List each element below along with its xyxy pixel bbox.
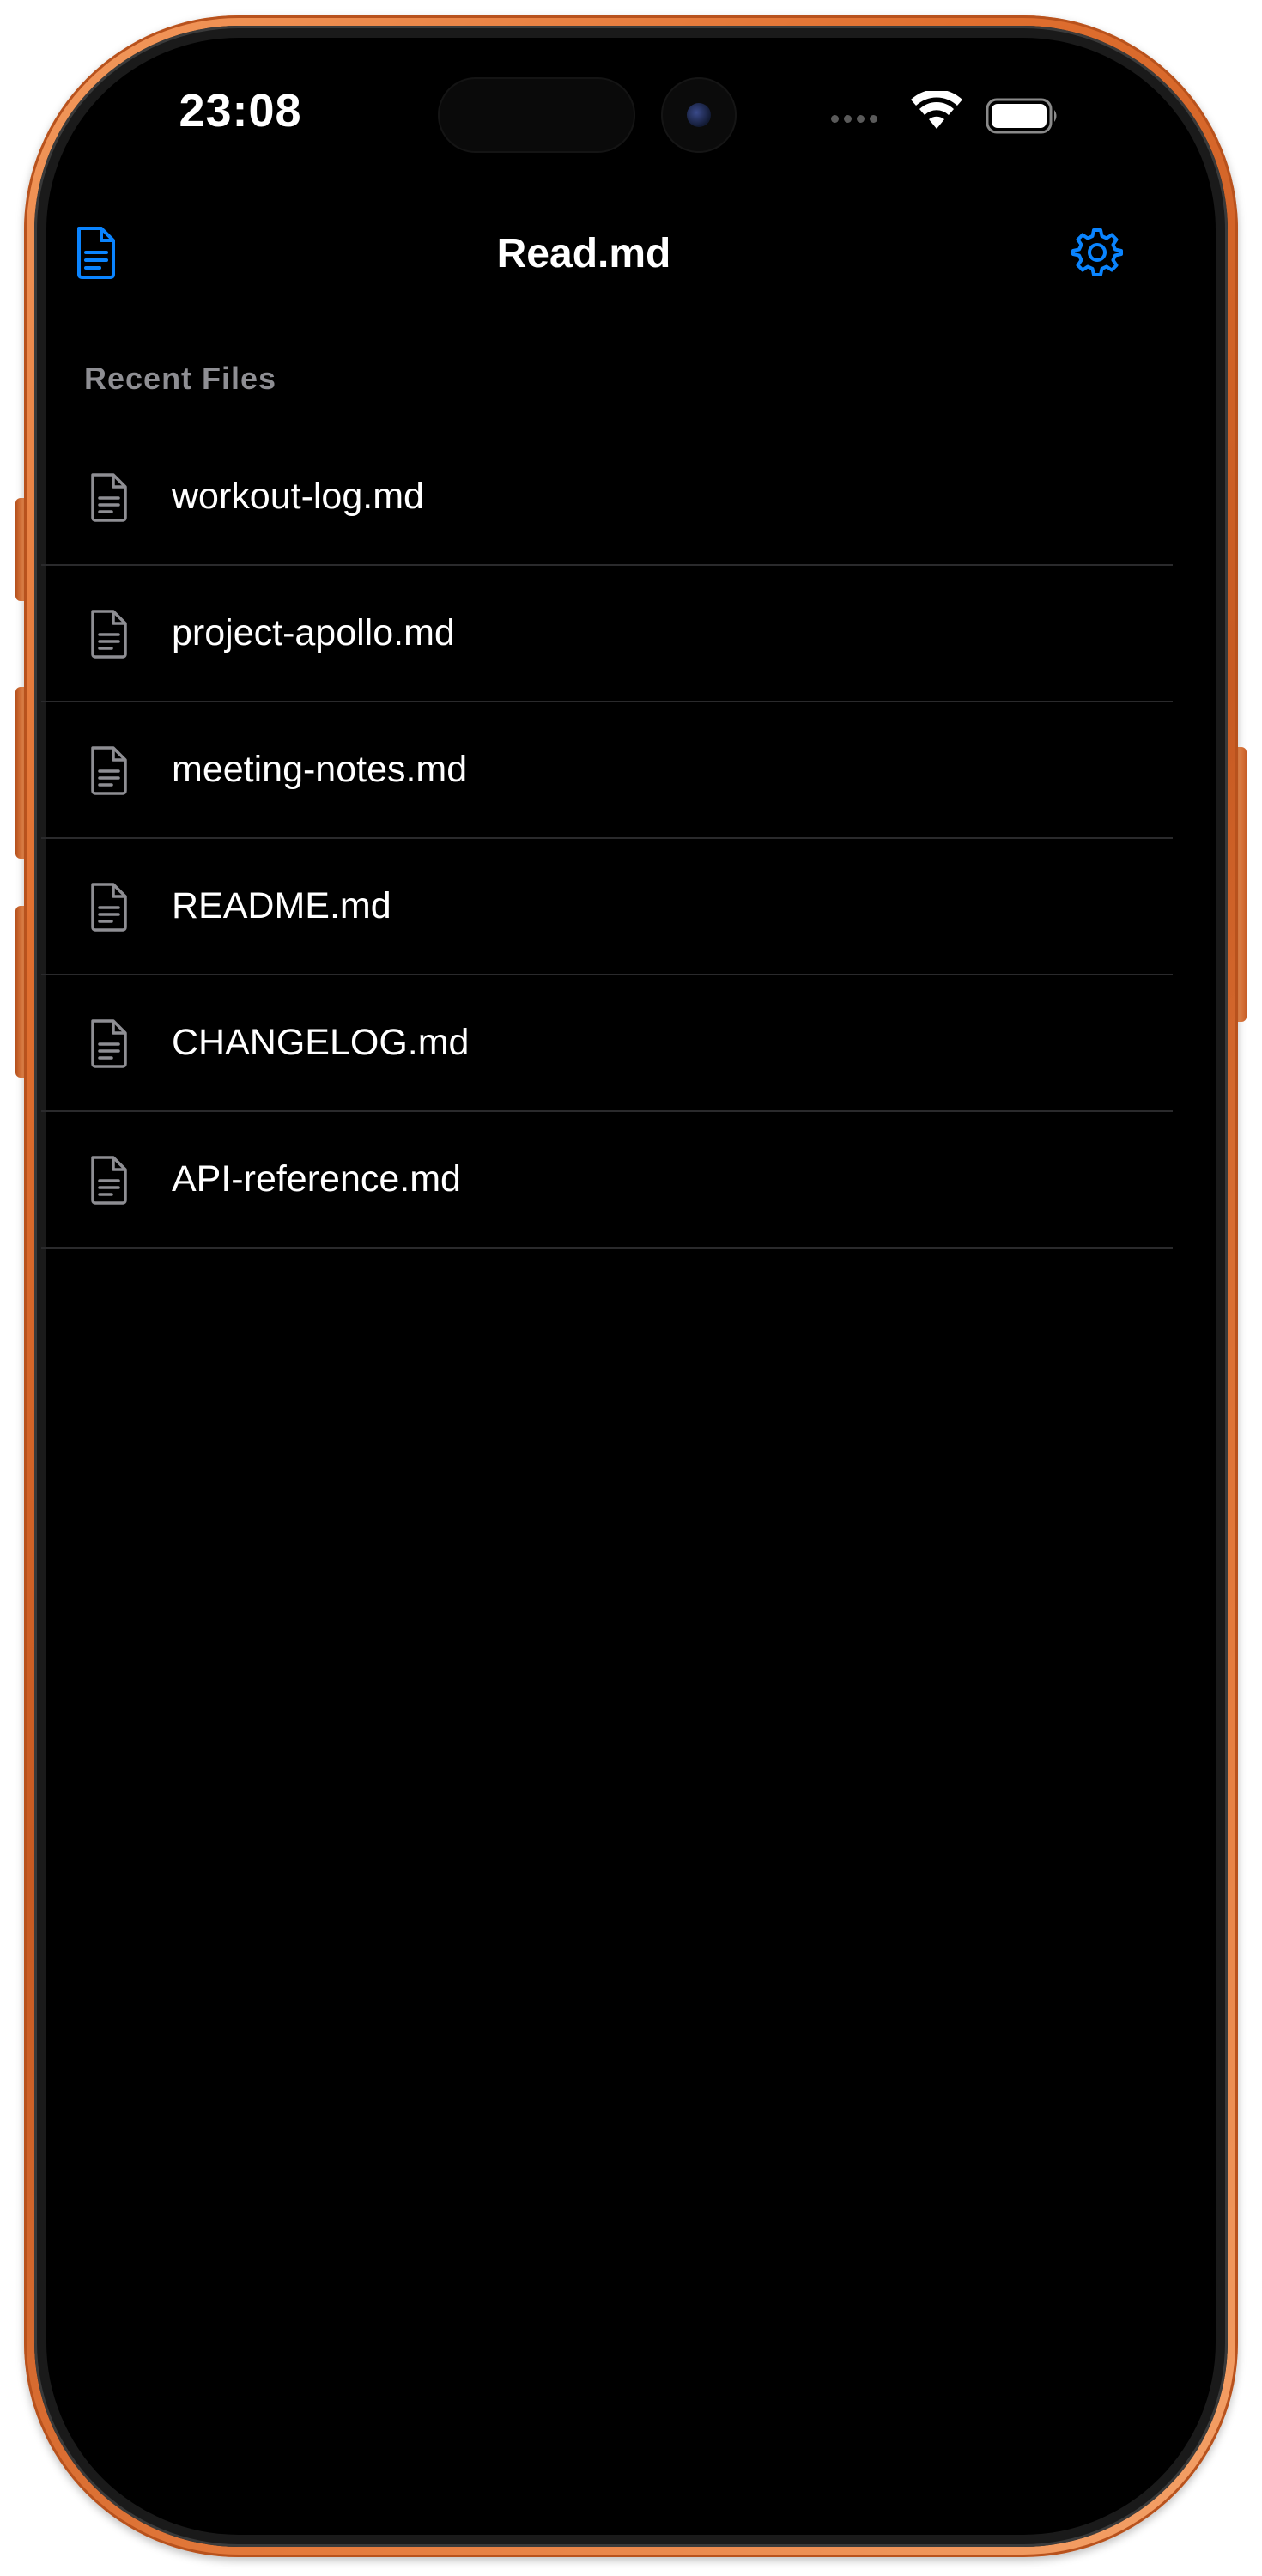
gear-icon[interactable]	[1071, 227, 1123, 278]
section-header-recent-files: Recent Files	[84, 361, 277, 396]
file-icon	[91, 609, 127, 659]
list-item[interactable]: meeting-notes.md	[41, 702, 1173, 839]
page: 23:08 Read.md Recent Files workout-log.m…	[0, 0, 1262, 2576]
file-name: meeting-notes.md	[172, 749, 468, 790]
screen	[46, 38, 1216, 2535]
cellular-signal-icon	[831, 115, 877, 123]
dynamic-island-sensor	[438, 77, 635, 153]
file-name: project-apollo.md	[172, 612, 455, 653]
phone-frame	[24, 15, 1238, 2557]
file-icon	[91, 882, 127, 932]
list-item[interactable]: API-reference.md	[41, 1112, 1173, 1249]
document-icon[interactable]	[74, 225, 118, 280]
list-item[interactable]: CHANGELOG.md	[41, 975, 1173, 1112]
status-time: 23:08	[179, 85, 302, 137]
list-item[interactable]: README.md	[41, 839, 1173, 975]
file-name: API-reference.md	[172, 1158, 461, 1200]
phone-bezel	[34, 26, 1228, 2547]
file-icon	[91, 745, 127, 795]
battery-icon	[986, 98, 1057, 134]
file-name: README.md	[172, 885, 391, 927]
file-icon	[91, 472, 127, 522]
file-icon	[91, 1018, 127, 1068]
page-title: Read.md	[496, 231, 671, 276]
list-item[interactable]: project-apollo.md	[41, 566, 1173, 702]
wifi-icon	[911, 91, 962, 129]
file-name: workout-log.md	[172, 476, 424, 517]
file-name: CHANGELOG.md	[172, 1022, 470, 1063]
list-item[interactable]: workout-log.md	[41, 429, 1173, 566]
camera-lens-icon	[687, 103, 711, 127]
recent-files-list: workout-log.md project-apollo.md meeting…	[41, 429, 1173, 1249]
file-icon	[91, 1155, 127, 1205]
